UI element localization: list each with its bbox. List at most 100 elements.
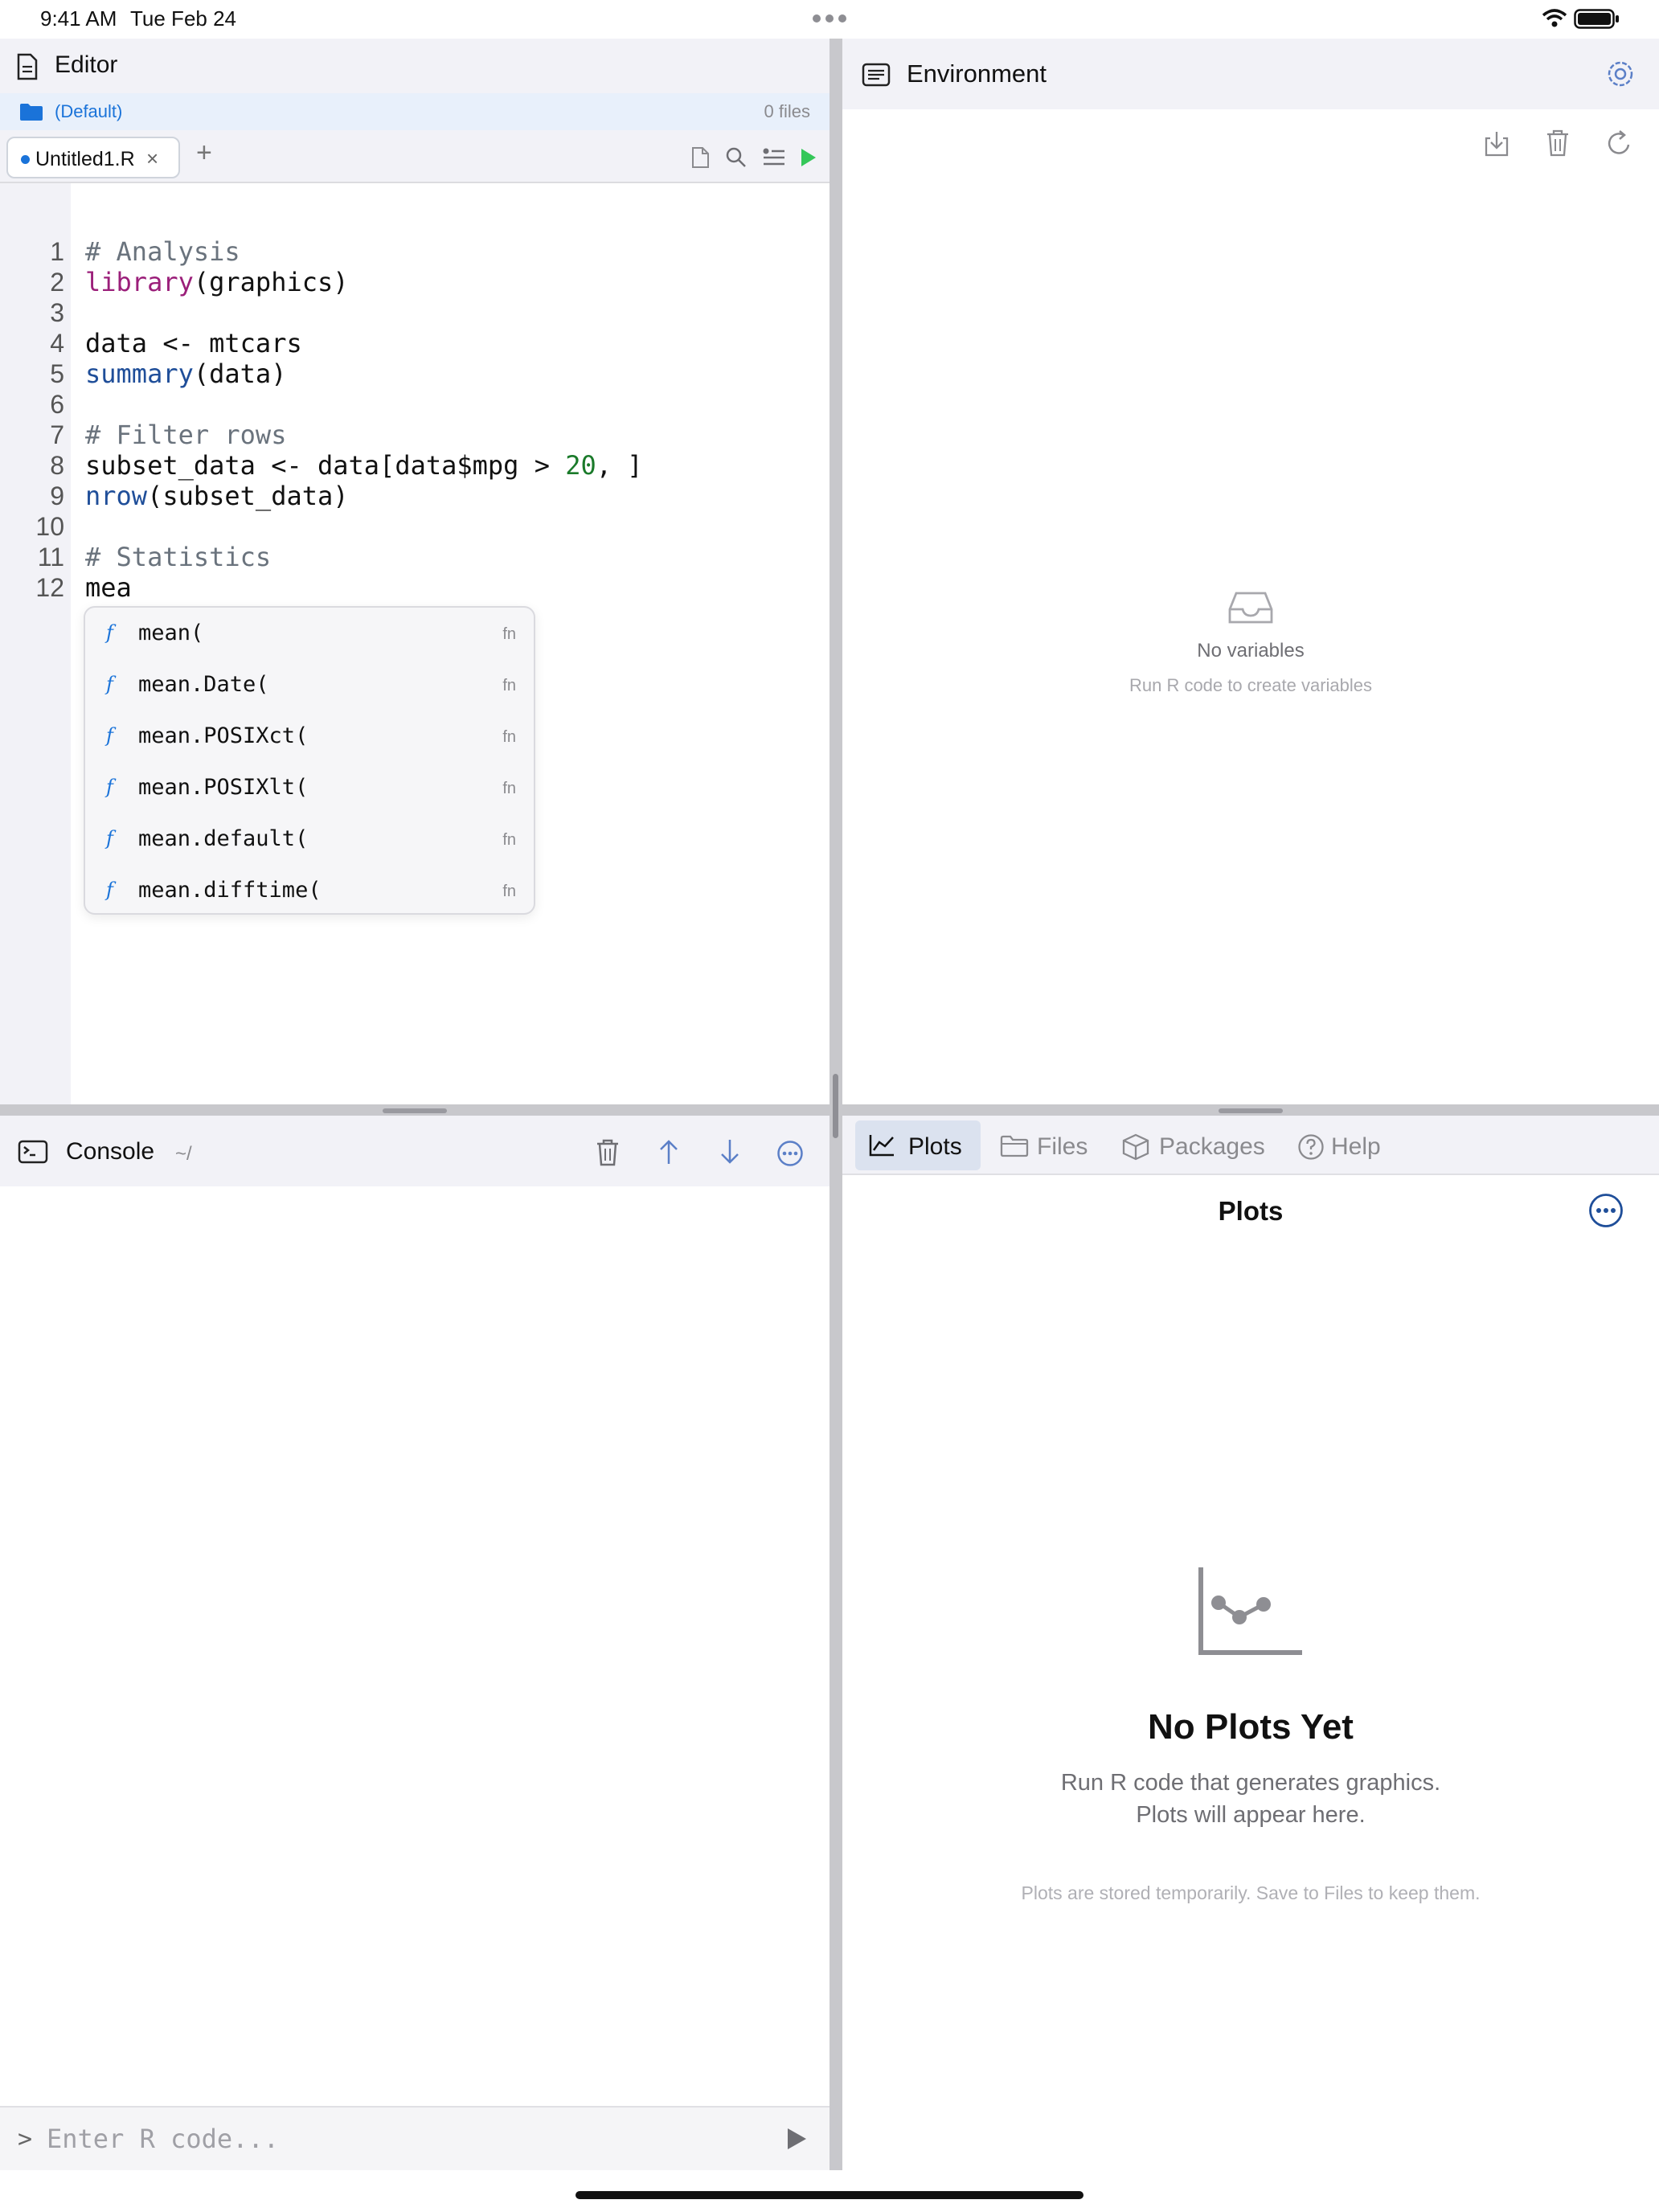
autocomplete-kind: fn (502, 883, 516, 900)
console-path: ~/ (175, 1143, 192, 1165)
code-function: summary (85, 358, 194, 389)
wifi-icon (1542, 9, 1567, 27)
tab-close-icon[interactable]: × (146, 146, 158, 171)
code-line: # Statistics (85, 542, 271, 572)
code-function: nrow (85, 481, 148, 511)
more-icon[interactable] (1588, 1193, 1624, 1228)
line-number: 4 (50, 329, 64, 358)
tab-files[interactable]: Files (1000, 1120, 1104, 1170)
autocomplete-kind: fn (502, 728, 516, 746)
autocomplete-label: mean.POSIXlt( (138, 775, 309, 800)
arrow-down-icon[interactable] (719, 1138, 741, 1165)
autocomplete-item[interactable]: f mean.default( fn (85, 813, 534, 865)
environment-empty-subtitle: Run R code to create variables (1129, 675, 1373, 695)
chart-icon (1198, 1567, 1302, 1655)
function-icon: f (106, 724, 113, 747)
autocomplete-label: mean.POSIXct( (138, 723, 309, 748)
refresh-icon[interactable] (1606, 129, 1633, 158)
more-icon[interactable] (776, 1140, 804, 1167)
environment-empty-title: No variables (1197, 640, 1305, 662)
console-output[interactable] (0, 1186, 830, 2106)
environment-title: Environment (907, 59, 1047, 88)
new-file-icon[interactable] (691, 146, 711, 169)
inbox-icon (1228, 592, 1273, 624)
line-number: 9 (50, 481, 64, 510)
settings-icon[interactable] (1606, 59, 1635, 88)
code-line: summary(data) (85, 358, 286, 389)
tab-files-label: Files (1037, 1133, 1088, 1160)
console-input-bar: > (0, 2106, 830, 2170)
splitter-grip[interactable] (833, 1074, 838, 1138)
line-number: 1 (50, 237, 64, 266)
multitasking-dots-icon[interactable] (812, 13, 847, 24)
autocomplete-item[interactable]: f mean.difftime( fn (85, 865, 534, 916)
play-icon[interactable] (784, 2125, 809, 2153)
outline-icon[interactable] (762, 146, 786, 169)
project-name[interactable]: (Default) (55, 101, 122, 122)
line-number: 8 (50, 451, 64, 480)
import-icon[interactable] (1484, 130, 1509, 158)
code-editor[interactable]: 1 2 3 4 5 6 7 8 9 10 11 12 # Analysis li… (0, 183, 830, 1104)
search-icon[interactable] (725, 146, 748, 169)
terminal-icon (18, 1140, 48, 1164)
autocomplete-item[interactable]: f mean.POSIXct( fn (85, 711, 534, 762)
autocomplete-item[interactable]: f mean( fn (85, 608, 534, 659)
folder-icon (20, 104, 43, 121)
tab-help[interactable]: Help (1297, 1120, 1394, 1170)
plots-empty-title: No Plots Yet (1148, 1707, 1354, 1747)
plots-empty-message: Plots will appear here. (1136, 1802, 1366, 1828)
console-prompt: > (18, 2125, 33, 2153)
code-text: mea (85, 572, 132, 603)
function-icon: f (106, 621, 113, 644)
splitter-grip[interactable] (383, 1108, 447, 1113)
help-icon (1298, 1134, 1324, 1160)
status-date: Tue Feb 24 (130, 6, 237, 31)
line-number: 7 (50, 420, 64, 449)
code-number: 20 (565, 450, 596, 481)
left-column: Editor (Default) 0 files Untitled1.R × + (0, 39, 830, 2170)
line-number-gutter: 1 2 3 4 5 6 7 8 9 10 11 12 (0, 183, 71, 1104)
environment-header: Environment (842, 39, 1659, 109)
autocomplete-label: mean( (138, 621, 204, 645)
tab-untitled1[interactable]: Untitled1.R × (6, 137, 180, 178)
project-bar[interactable]: (Default) 0 files (0, 93, 830, 130)
line-number: 2 (50, 268, 64, 297)
code-text: subset_data <- data[data$mpg > (85, 450, 566, 481)
code-line: # Filter rows (85, 420, 286, 450)
console-input[interactable] (47, 2119, 754, 2159)
tab-plots[interactable]: Plots (855, 1120, 981, 1170)
code-text: , ] (596, 450, 643, 481)
line-number: 10 (35, 512, 64, 541)
code-text: (data) (193, 358, 287, 389)
code-comment: # Analysis (85, 236, 240, 267)
line-number: 12 (35, 573, 64, 602)
autocomplete-kind: fn (502, 677, 516, 694)
tab-packages[interactable]: Packages (1122, 1120, 1299, 1170)
autocomplete-popup: f mean( fn f mean.Date( fn f mean.POSIXc… (84, 606, 535, 915)
autocomplete-label: mean.Date( (138, 672, 269, 697)
trash-icon[interactable] (1545, 129, 1571, 158)
run-icon[interactable] (799, 146, 818, 169)
project-file-count: 0 files (764, 101, 810, 121)
folder-icon (1000, 1135, 1029, 1157)
home-indicator[interactable] (576, 2191, 1083, 2199)
code-line: mea (85, 572, 132, 603)
arrow-up-icon[interactable] (657, 1138, 680, 1165)
status-bar: 9:41 AM Tue Feb 24 (0, 0, 1659, 39)
autocomplete-kind: fn (502, 625, 516, 643)
code-text: data <- mtcars (85, 328, 302, 358)
autocomplete-item[interactable]: f mean.POSIXlt( fn (85, 762, 534, 813)
unsaved-dot-icon (21, 155, 30, 164)
code-line: library(graphics) (85, 267, 349, 297)
function-icon: f (106, 673, 113, 695)
chart-icon (869, 1135, 894, 1157)
code-comment: # Filter rows (85, 420, 287, 450)
editor-header: Editor (0, 39, 830, 93)
autocomplete-item[interactable]: f mean.Date( fn (85, 659, 534, 711)
line-number: 6 (50, 390, 64, 419)
add-tab-button[interactable]: + (196, 138, 212, 167)
code-line: subset_data <- data[data$mpg > 20, ] (85, 450, 643, 481)
splitter-grip[interactable] (1219, 1108, 1283, 1113)
trash-icon[interactable] (595, 1138, 621, 1167)
status-time: 9:41 AM (40, 6, 117, 31)
